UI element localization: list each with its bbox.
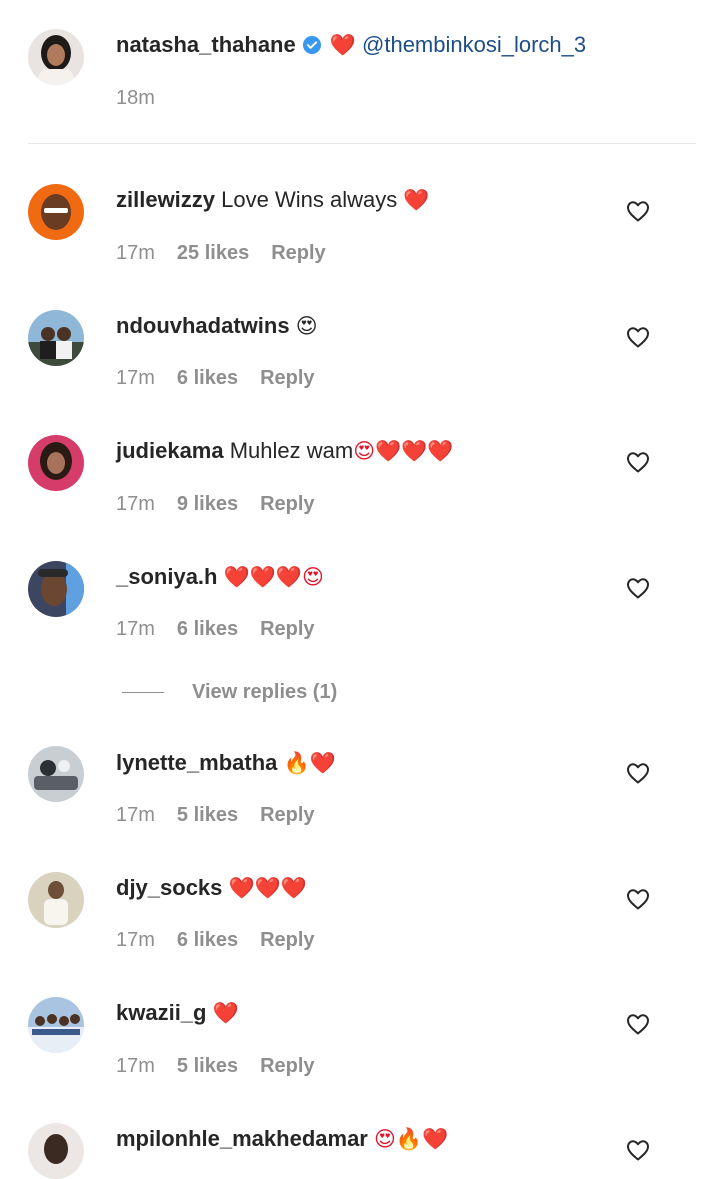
comment-meta: 17m 5 likes Reply — [116, 802, 315, 828]
comment-username[interactable]: zillewizzy — [116, 187, 215, 212]
avatar[interactable] — [28, 310, 84, 366]
mention-link[interactable]: @thembinkosi_lorch_3 — [362, 32, 586, 57]
like-heart-icon[interactable] — [626, 326, 650, 348]
comment-emoji: 🔥❤️ — [283, 751, 336, 775]
comment-line: ndouvhadatwins 😍 — [116, 311, 318, 341]
likes-count[interactable]: 6 likes — [177, 367, 238, 389]
avatar[interactable] — [28, 997, 84, 1053]
caption-meta: 18m — [116, 85, 177, 111]
likes-count[interactable]: 5 likes — [177, 804, 238, 826]
caption-username[interactable]: natasha_thahane — [116, 32, 296, 57]
comment-emoji: 😍❤️❤️❤️ — [353, 439, 454, 463]
comment-meta: 17m 6 likes Reply — [116, 365, 315, 391]
comment-meta: 17m 6 likes Reply — [116, 927, 315, 953]
avatar[interactable] — [28, 872, 84, 928]
likes-count[interactable]: 6 likes — [177, 929, 238, 951]
comment-emoji: ❤️ — [403, 188, 430, 212]
caption-line: natasha_thahane ❤️ @thembinkosi_lorch_3 — [116, 30, 586, 63]
avatar[interactable] — [28, 561, 84, 617]
like-heart-icon[interactable] — [626, 1013, 650, 1035]
view-replies-button[interactable]: View replies (1) — [122, 679, 337, 705]
comment-emoji: ❤️❤️❤️😍 — [223, 565, 324, 589]
reply-button[interactable]: Reply — [260, 929, 314, 951]
like-heart-icon[interactable] — [626, 1139, 650, 1161]
timestamp: 17m — [116, 618, 155, 640]
comment-username[interactable]: lynette_mbatha — [116, 750, 277, 775]
avatar[interactable] — [28, 746, 84, 802]
timestamp: 17m — [116, 804, 155, 826]
timestamp: 17m — [116, 493, 155, 515]
reply-button[interactable]: Reply — [260, 1055, 314, 1077]
avatar[interactable] — [28, 1123, 84, 1179]
timestamp: 17m — [116, 1055, 155, 1077]
likes-count[interactable]: 5 likes — [177, 1055, 238, 1077]
comment-line: _soniya.h ❤️❤️❤️😍 — [116, 562, 324, 592]
comment-meta: 17m 25 likes Reply — [116, 240, 326, 266]
comment-meta: 17m 5 likes Reply — [116, 1053, 315, 1079]
avatar[interactable] — [28, 29, 84, 85]
timestamp: 18m — [116, 87, 155, 109]
like-heart-icon[interactable] — [626, 888, 650, 910]
like-heart-icon[interactable] — [626, 451, 650, 473]
caption-emoji: ❤️ — [329, 33, 356, 57]
comment-username[interactable]: kwazii_g — [116, 1000, 206, 1025]
comment-emoji: 😍 — [295, 314, 318, 338]
divider — [28, 143, 696, 144]
comment-username[interactable]: mpilonhle_makhedamar — [116, 1126, 368, 1151]
comment-emoji: ❤️❤️❤️ — [228, 876, 307, 900]
timestamp: 17m — [116, 242, 155, 264]
comment-line: djy_socks ❤️❤️❤️ — [116, 873, 307, 903]
reply-button[interactable]: Reply — [260, 493, 314, 515]
comment-text: Love Wins always — [221, 187, 398, 212]
like-heart-icon[interactable] — [626, 762, 650, 784]
likes-count[interactable]: 6 likes — [177, 618, 238, 640]
likes-count[interactable]: 9 likes — [177, 493, 238, 515]
reply-button[interactable]: Reply — [260, 367, 314, 389]
comment-emoji: 😍🔥❤️ — [374, 1127, 449, 1151]
avatar[interactable] — [28, 435, 84, 491]
reply-button[interactable]: Reply — [260, 804, 314, 826]
timestamp: 17m — [116, 929, 155, 951]
comment-username[interactable]: _soniya.h — [116, 564, 217, 589]
comment-line: zillewizzy Love Wins always ❤️ — [116, 185, 430, 215]
comment-line: kwazii_g ❤️ — [116, 998, 239, 1028]
timestamp: 17m — [116, 367, 155, 389]
comment-line: judiekama Muhlez wam😍❤️❤️❤️ — [116, 436, 454, 466]
reply-button[interactable]: Reply — [260, 618, 314, 640]
likes-count[interactable]: 25 likes — [177, 242, 249, 264]
verified-badge-icon — [302, 33, 322, 63]
post-caption: natasha_thahane ❤️ @thembinkosi_lorch_3 1… — [0, 0, 720, 144]
comment-meta: 17m 6 likes Reply — [116, 616, 315, 642]
replies-dash — [122, 691, 164, 693]
comment-username[interactable]: judiekama — [116, 438, 224, 463]
view-replies-label: View replies (1) — [192, 680, 338, 703]
comment-username[interactable]: djy_socks — [116, 875, 222, 900]
comment-text: Muhlez wam — [229, 438, 354, 463]
comment-line: mpilonhle_makhedamar 😍🔥❤️ — [116, 1124, 448, 1154]
comment-username[interactable]: ndouvhadatwins — [116, 313, 290, 338]
like-heart-icon[interactable] — [626, 577, 650, 599]
like-heart-icon[interactable] — [626, 200, 650, 222]
reply-button[interactable]: Reply — [271, 242, 325, 264]
comment-line: lynette_mbatha 🔥❤️ — [116, 748, 336, 778]
avatar[interactable] — [28, 184, 84, 240]
comment-emoji: ❤️ — [212, 1001, 239, 1025]
comment-meta: 17m 9 likes Reply — [116, 491, 315, 517]
